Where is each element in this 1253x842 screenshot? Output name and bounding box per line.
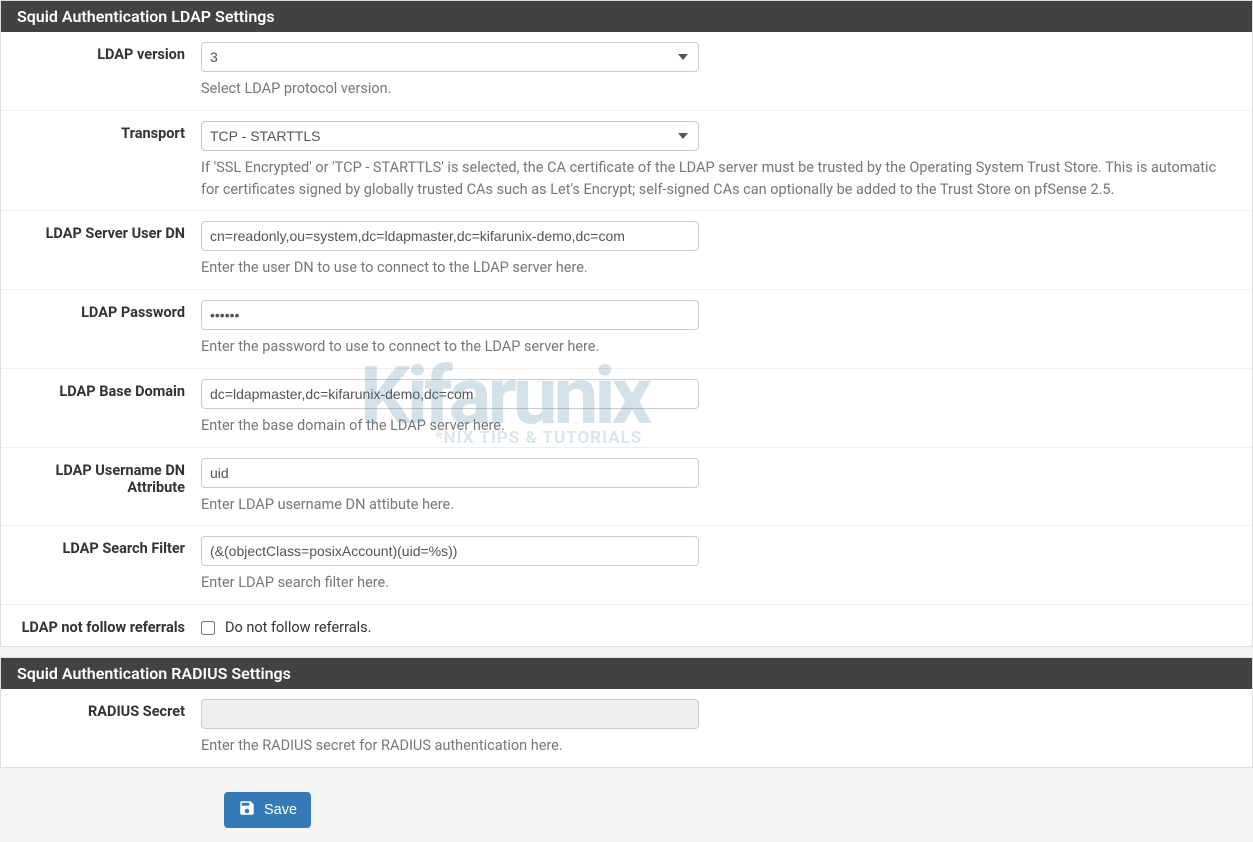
save-button-label: Save	[264, 802, 297, 818]
radius-secret-row: RADIUS Secret Enter the RADIUS secret fo…	[1, 689, 1252, 767]
transport-label: Transport	[1, 121, 201, 142]
user-dn-row: LDAP Server User DN Enter the user DN to…	[1, 211, 1252, 290]
ldap-version-row: LDAP version 3 Select LDAP protocol vers…	[1, 32, 1252, 111]
save-icon	[238, 799, 256, 821]
user-dn-label: LDAP Server User DN	[1, 221, 201, 242]
ldap-version-select[interactable]: 3	[201, 42, 699, 72]
user-dn-help: Enter the user DN to use to connect to t…	[201, 257, 1221, 279]
radius-settings-panel: Squid Authentication RADIUS Settings RAD…	[0, 657, 1253, 768]
transport-help: If 'SSL Encrypted' or 'TCP - STARTTLS' i…	[201, 157, 1221, 201]
radius-secret-input[interactable]	[201, 699, 699, 729]
ldap-version-help: Select LDAP protocol version.	[201, 78, 1221, 100]
no-referrals-row: LDAP not follow referrals Do not follow …	[1, 605, 1252, 646]
username-dn-attr-help: Enter LDAP username DN attibute here.	[201, 494, 1221, 516]
transport-row: Transport TCP - STARTTLS If 'SSL Encrypt…	[1, 111, 1252, 212]
username-dn-attr-label: LDAP Username DN Attribute	[1, 458, 201, 496]
button-bar: Save	[0, 778, 1253, 842]
radius-secret-help: Enter the RADIUS secret for RADIUS authe…	[201, 735, 1221, 757]
no-referrals-checkbox-label: Do not follow referrals.	[225, 619, 371, 636]
password-label: LDAP Password	[1, 300, 201, 321]
username-dn-attr-input[interactable]	[201, 458, 699, 488]
base-domain-label: LDAP Base Domain	[1, 379, 201, 400]
radius-panel-title: Squid Authentication RADIUS Settings	[1, 658, 1252, 689]
base-domain-row: LDAP Base Domain Enter the base domain o…	[1, 369, 1252, 448]
search-filter-input[interactable]	[201, 536, 699, 566]
ldap-settings-panel: Squid Authentication LDAP Settings LDAP …	[0, 0, 1253, 647]
password-input[interactable]	[201, 300, 699, 330]
user-dn-input[interactable]	[201, 221, 699, 251]
no-referrals-label: LDAP not follow referrals	[1, 615, 201, 636]
save-button[interactable]: Save	[224, 792, 311, 828]
search-filter-row: LDAP Search Filter Enter LDAP search fil…	[1, 526, 1252, 605]
ldap-panel-title: Squid Authentication LDAP Settings	[1, 1, 1252, 32]
transport-select[interactable]: TCP - STARTTLS	[201, 121, 699, 151]
ldap-version-label: LDAP version	[1, 42, 201, 63]
search-filter-label: LDAP Search Filter	[1, 536, 201, 557]
base-domain-help: Enter the base domain of the LDAP server…	[201, 415, 1221, 437]
search-filter-help: Enter LDAP search filter here.	[201, 572, 1221, 594]
password-row: LDAP Password Enter the password to use …	[1, 290, 1252, 369]
password-help: Enter the password to use to connect to …	[201, 336, 1221, 358]
base-domain-input[interactable]	[201, 379, 699, 409]
username-dn-attr-row: LDAP Username DN Attribute Enter LDAP us…	[1, 448, 1252, 527]
no-referrals-checkbox[interactable]	[201, 621, 215, 635]
radius-secret-label: RADIUS Secret	[1, 699, 201, 720]
